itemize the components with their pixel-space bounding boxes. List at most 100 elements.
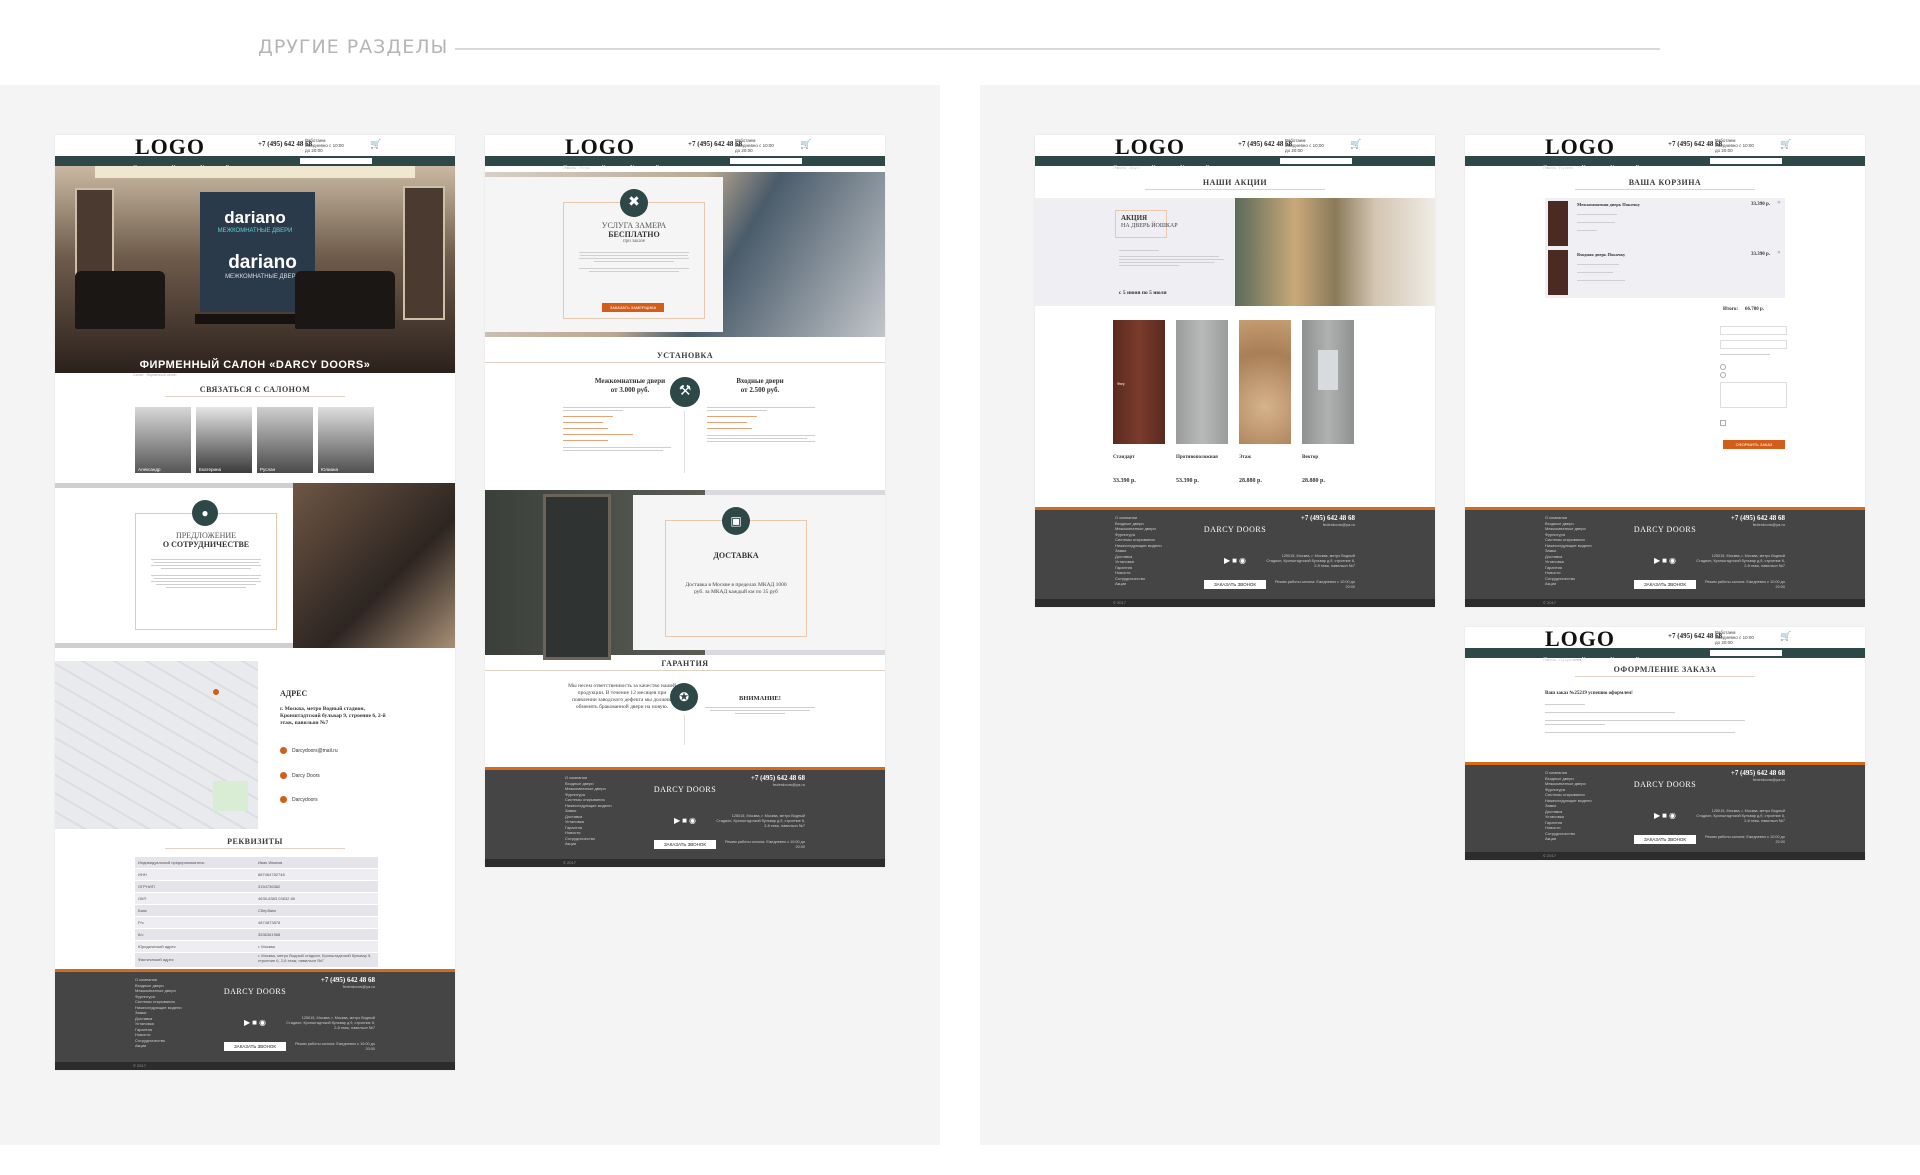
delivery-radio[interactable]	[1720, 372, 1726, 378]
door-card-oak[interactable]	[1239, 320, 1291, 444]
promo-banner[interactable]: АКЦИЯ НА ДВЕРЬ ЙОШКАР с 5 июня по 5 июля	[1035, 198, 1435, 306]
map[interactable]	[55, 661, 258, 829]
footer-email[interactable]: federdoors@ya.ru	[773, 782, 805, 787]
sign-top: dariano МЕЖКОМНАТНЫЕ ДВЕРИ	[217, 208, 293, 234]
footer-phone[interactable]: +7 (495) 642 48 68	[1301, 514, 1355, 522]
salon-hero: dariano МЕЖКОМНАТНЫЕ ДВЕРИ dariano МЕЖКО…	[55, 166, 455, 373]
comment-field[interactable]	[1720, 382, 1787, 408]
name-field[interactable]	[1720, 326, 1787, 335]
nav-item-catalog[interactable]: Каталог	[1152, 163, 1172, 173]
search-input[interactable]	[730, 158, 802, 164]
cart-icon[interactable]: 🛒	[1780, 139, 1791, 150]
phone-field[interactable]	[1720, 340, 1787, 349]
install-section: Межкомнатные двери от 3.000 руб. ⚒ Входн…	[485, 365, 885, 475]
person-card[interactable]: Екатерина	[196, 407, 252, 473]
page-salon-preview[interactable]: LOGO +7 (495) 642 48 68 Работаем ежеднев…	[55, 135, 455, 1070]
pickup-radio[interactable]	[1720, 364, 1726, 370]
nav-item-where[interactable]: Где купить	[1636, 655, 1664, 665]
cart-item-name[interactable]: Входная дверь Покочку	[1577, 252, 1625, 257]
footer-hours: Режим работы салона: Ежедневно с 10:00 д…	[1704, 580, 1785, 589]
door-card-grey-glass[interactable]	[1302, 320, 1354, 444]
cart-icon[interactable]: 🛒	[800, 139, 811, 150]
nav-item-services[interactable]: Услуги	[1610, 163, 1628, 173]
facebook-icon	[280, 772, 287, 779]
page-services-preview[interactable]: LOGO +7 (495) 642 48 68 Работаем ежеднев…	[485, 135, 885, 867]
person-card[interactable]: Александр	[135, 407, 191, 473]
cart-icon[interactable]: 🛒	[1780, 631, 1791, 642]
nav-item-where[interactable]: Где купить	[1636, 163, 1664, 173]
search-input[interactable]	[1710, 158, 1782, 164]
callback-button[interactable]: ЗАКАЗАТЬ ЗВОНОК	[1204, 580, 1266, 589]
team-icon: ●	[192, 500, 218, 526]
instagram-link[interactable]: Darcydoors	[292, 797, 318, 803]
site-header: LOGO +7 (495) 642 48 68 Работаем ежеднев…	[55, 135, 455, 159]
nav-item-company[interactable]: О компании	[1543, 163, 1574, 173]
delivery-section: ▣ ДОСТАВКА Доставка в Москве в пределах …	[485, 490, 885, 660]
cart-icon[interactable]: 🛒	[370, 139, 381, 150]
measure-box: ✖ УСЛУГА ЗАМЕРА БЕСПЛАТНО при заказе ЗАК…	[563, 189, 705, 319]
search-input[interactable]	[1280, 158, 1352, 164]
footer-copyright: © 2017	[485, 859, 885, 867]
person-card[interactable]: Руслан	[257, 407, 313, 473]
callback-button[interactable]: ЗАКАЗАТЬ ЗВОНОК	[224, 1042, 286, 1051]
person-card[interactable]: Юлиана	[318, 407, 374, 473]
footer-copyright: © 2017	[1035, 599, 1435, 607]
footer-hours: Режим работы салона: Ежедневно с 10:00 д…	[724, 840, 805, 849]
footer-social-icons[interactable]: ▶ ■ ◉	[485, 816, 885, 825]
address-text: г. Москва, метро Водный стадион, Кроншта…	[280, 706, 386, 726]
agree-checkbox[interactable]	[1720, 420, 1726, 426]
nav-bar: О компанииКаталогУслугиГде купить	[55, 156, 455, 171]
footer-social-icons[interactable]: ▶ ■ ◉	[55, 1018, 455, 1027]
site-header: LOGO +7 (495) 642 48 68 Работаем ежеднев…	[1035, 135, 1435, 159]
coop-box: ● ПРЕДЛОЖЕНИЕ О СОТРУДНИЧЕСТВЕ	[135, 500, 277, 630]
cart-item-name[interactable]: Межкомнатная дверь Покочку	[1577, 202, 1640, 207]
page-cart-preview[interactable]: LOGO +7 (495) 642 48 68 Работаем ежеднев…	[1465, 135, 1865, 607]
nav-item-services[interactable]: Услуги	[1610, 655, 1628, 665]
page-promo-preview[interactable]: LOGO +7 (495) 642 48 68 Работаем ежеднев…	[1035, 135, 1435, 607]
door-card-brown[interactable]: Фигу	[1113, 320, 1165, 444]
footer-email[interactable]: federdoors@ya.ru	[1323, 522, 1355, 527]
footer-social-icons[interactable]: ▶ ■ ◉	[1465, 556, 1865, 565]
footer-copyright: © 2017	[1465, 599, 1865, 607]
callback-button[interactable]: ЗАКАЗАТЬ ЗВОНОК	[1634, 580, 1696, 589]
header-hours: Работаем ежедневно с 10:00 до 20:00	[1285, 138, 1324, 153]
footer-phone[interactable]: +7 (495) 642 48 68	[321, 976, 375, 984]
nav-item-catalog[interactable]: Каталог	[1582, 163, 1602, 173]
table-row: ОКП 4635-8383 03632 86	[135, 893, 378, 905]
callback-button[interactable]: ЗАКАЗАТЬ ЗВОНОК	[1634, 835, 1696, 844]
footer-phone[interactable]: +7 (495) 642 48 68	[1731, 769, 1785, 777]
facebook-link[interactable]: Darcy Doors	[292, 773, 320, 779]
footer-phone[interactable]: +7 (495) 642 48 68	[751, 774, 805, 782]
footer-phone[interactable]: +7 (495) 642 48 68	[1731, 514, 1785, 522]
door-name: Вектор	[1302, 455, 1319, 460]
table-row: Фактический адрес г. Москва, метро Водный…	[135, 953, 378, 967]
footer-social-icons[interactable]: ▶ ■ ◉	[1035, 556, 1435, 565]
mail-icon	[280, 747, 287, 754]
cart-icon[interactable]: 🛒	[1350, 139, 1361, 150]
order-submit-button[interactable]: ОФОРМИТЬ ЗАКАЗ	[1723, 440, 1785, 449]
order-form: ОФОРМИТЬ ЗАКАЗ	[1465, 320, 1865, 470]
close-icon[interactable]: ✕	[1777, 250, 1781, 256]
callback-button[interactable]: ЗАКАЗАТЬ ЗВОНОК	[654, 840, 716, 849]
nav-item-where[interactable]: Где купить	[1206, 163, 1234, 173]
order-measure-button[interactable]: ЗАКАЗАТЬ ЗАМЕРЩИКА	[602, 303, 664, 312]
map-park	[213, 781, 248, 811]
person-name: Юлиана	[321, 467, 338, 472]
footer-copyright: © 2017	[1465, 852, 1865, 860]
page-order-preview[interactable]: LOGO +7 (495) 642 48 68 Работаем ежеднев…	[1465, 627, 1865, 860]
nav-item-catalog[interactable]: Каталог	[1582, 655, 1602, 665]
nav-item-services[interactable]: Услуги	[1180, 163, 1198, 173]
footer-email[interactable]: federdoors@ya.ru	[1753, 522, 1785, 527]
footer-social-icons[interactable]: ▶ ■ ◉	[1465, 811, 1865, 820]
search-input[interactable]	[300, 158, 372, 164]
door-card-grey[interactable]	[1176, 320, 1228, 444]
nav-item-company[interactable]: О компании	[1113, 163, 1144, 173]
footer-email[interactable]: federdoors@ya.ru	[1753, 777, 1785, 782]
email-link[interactable]: Darcydoors@mail.ru	[292, 748, 338, 754]
person-name: Руслан	[260, 467, 276, 472]
door-name: Противоположная	[1176, 455, 1218, 460]
search-input[interactable]	[1710, 650, 1782, 656]
footer-email[interactable]: federdoors@ya.ru	[343, 984, 375, 989]
nav-item-company[interactable]: О компании	[1543, 655, 1574, 665]
close-icon[interactable]: ✕	[1777, 200, 1781, 206]
